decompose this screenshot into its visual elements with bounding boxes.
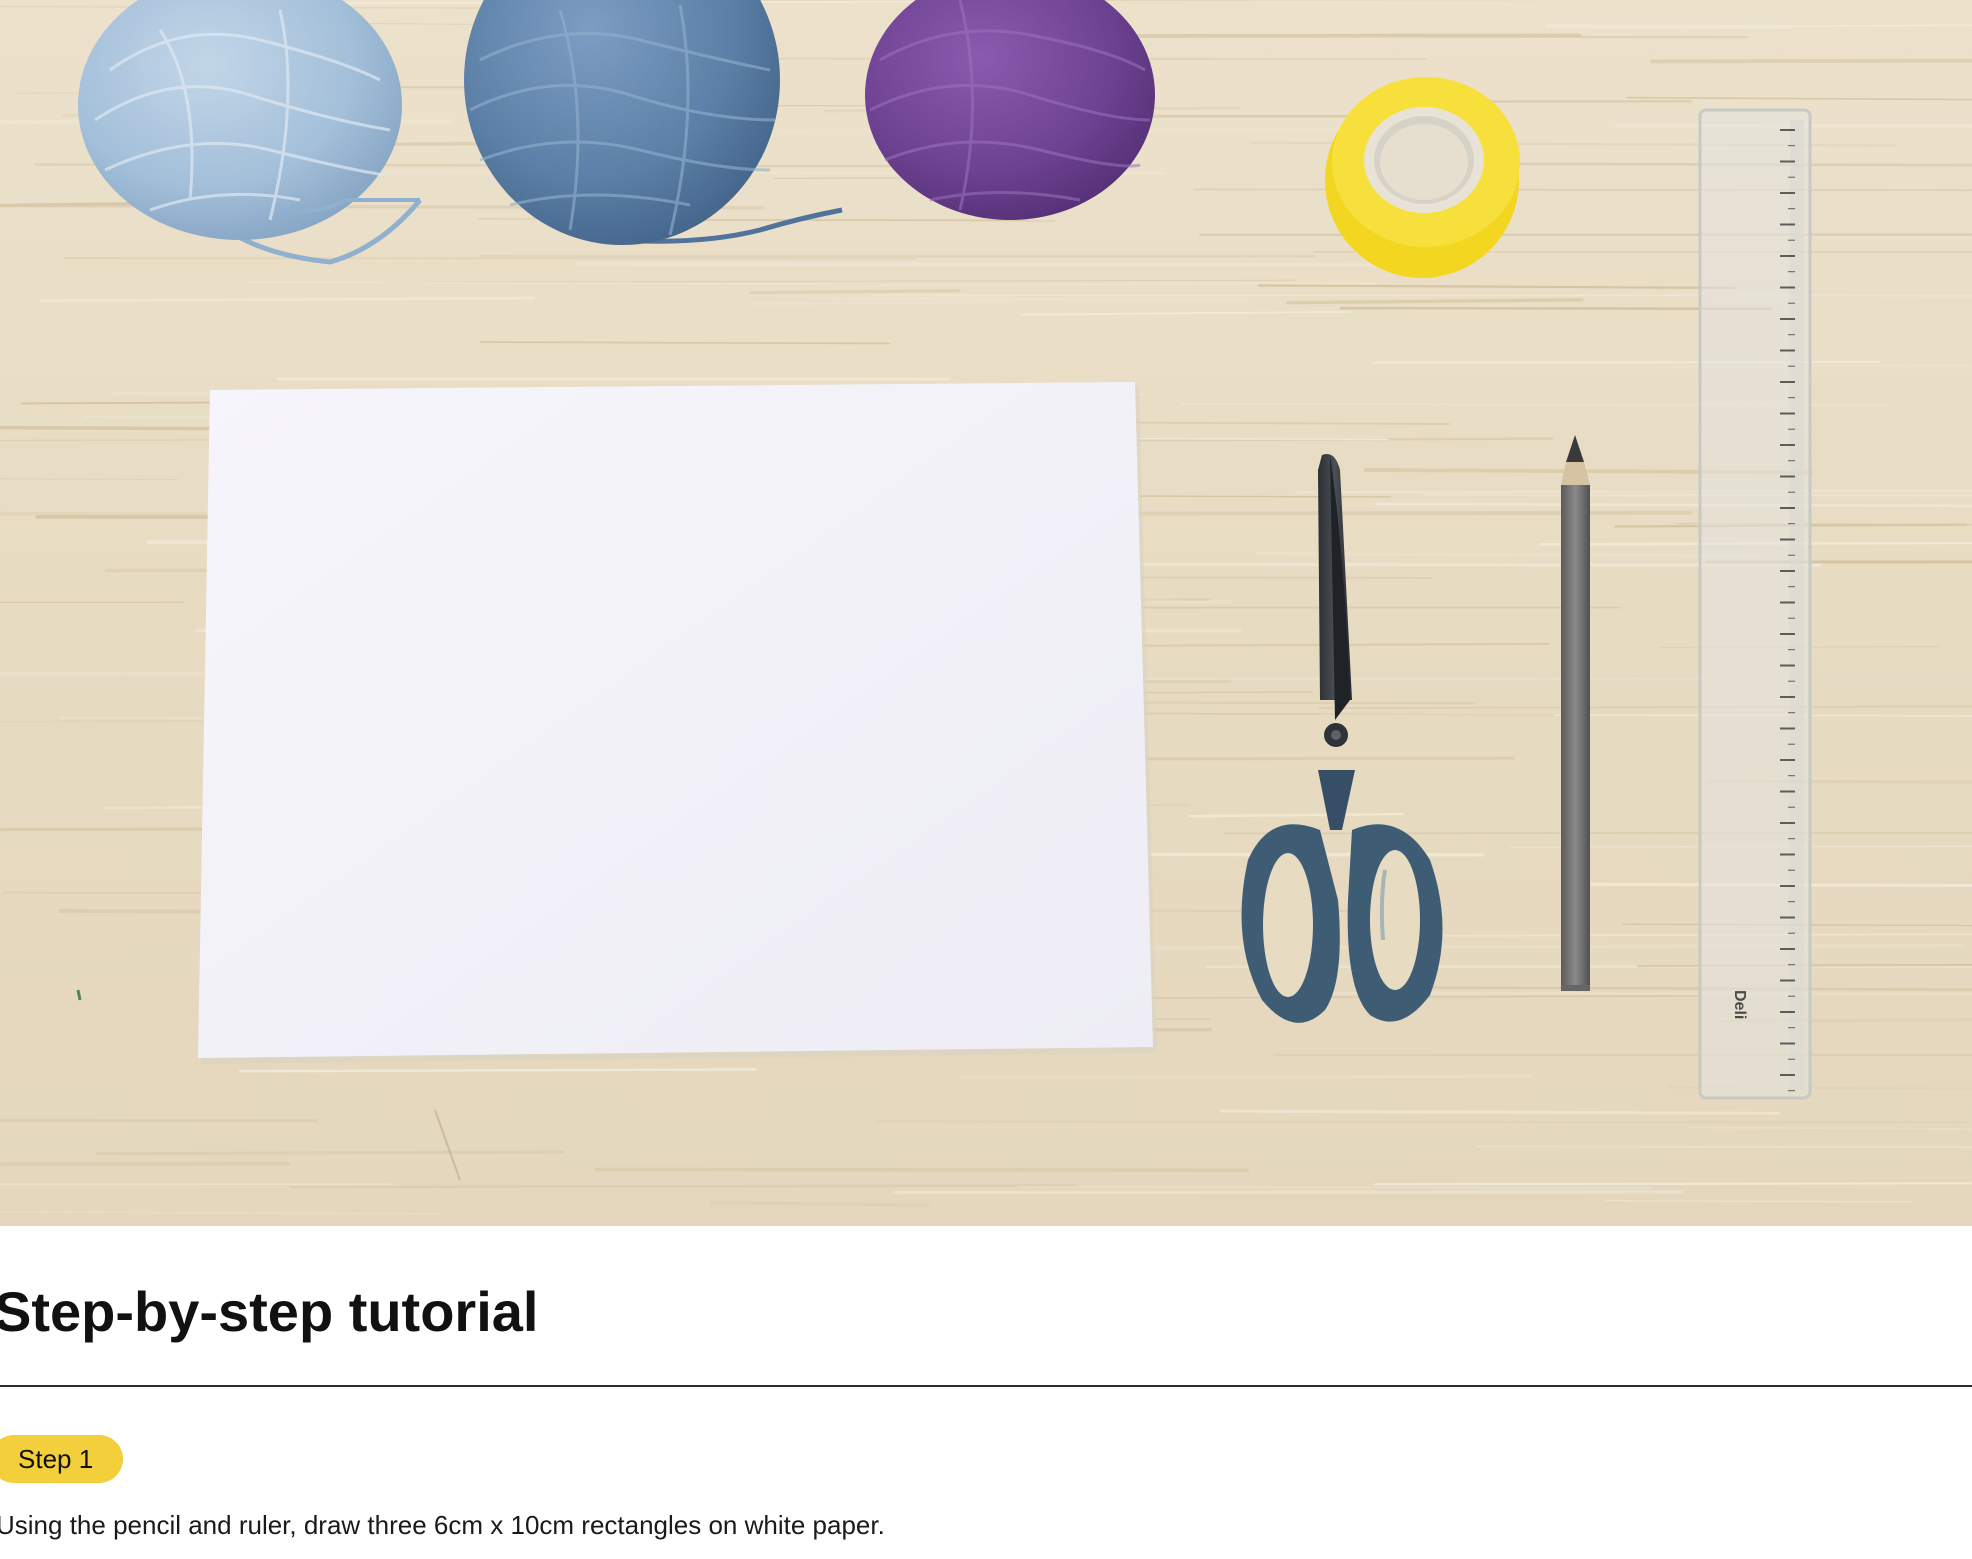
ruler-brand-text: Deli xyxy=(1731,990,1748,1019)
tutorial-heading: Step-by-step tutorial xyxy=(0,1280,539,1343)
step-instruction-text: Using the pencil and ruler, draw three 6… xyxy=(0,1510,885,1540)
tutorial-hero-image: Deli xyxy=(0,0,1972,1226)
step-badge: Step 1 xyxy=(0,1435,124,1483)
page: Deli Step-by-step tutorial Step 1 Using … xyxy=(0,0,1972,1559)
white-paper-sheet xyxy=(198,382,1157,1064)
ruler: Deli xyxy=(1698,108,1812,1100)
pencil xyxy=(1561,435,1590,991)
yellow-tape-roll xyxy=(1325,77,1520,278)
section-divider xyxy=(0,1385,1972,1387)
